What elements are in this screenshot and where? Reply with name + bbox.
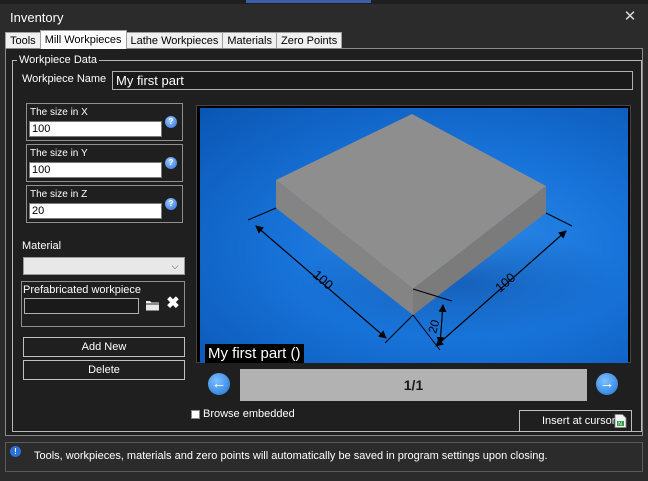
- size-z-input[interactable]: 20: [29, 203, 162, 219]
- x-icon[interactable]: ✖: [166, 296, 180, 312]
- workpiece-3d-render: 100 100 20: [247, 114, 625, 351]
- size-y-label: The size in Y: [30, 148, 88, 159]
- info-message: Tools, workpieces, materials and zero po…: [34, 450, 548, 462]
- workpiece-name-input[interactable]: My first part: [112, 71, 633, 90]
- tab-zero-points[interactable]: Zero Points: [275, 32, 343, 49]
- help-icon[interactable]: ?: [165, 157, 177, 169]
- chevron-down-icon: ⌵: [171, 261, 179, 271]
- page-indicator: 1/1: [240, 369, 587, 401]
- tab-materials[interactable]: Materials: [222, 32, 277, 49]
- tab-lathe-workpieces[interactable]: Lathe Workpieces: [125, 32, 224, 49]
- add-new-button[interactable]: Add New: [23, 337, 185, 357]
- tab-tools[interactable]: Tools: [5, 32, 41, 49]
- next-arrow-icon[interactable]: →: [596, 373, 618, 395]
- insert-document-icon: N: [614, 414, 627, 428]
- help-icon[interactable]: ?: [165, 116, 177, 128]
- workpiece-preview: 100 100 20: [200, 108, 628, 363]
- size-z-group: The size in Z 20 ?: [26, 185, 183, 223]
- material-label: Material: [22, 240, 62, 252]
- size-x-group: The size in X 100 ?: [26, 103, 183, 141]
- info-icon: !: [10, 446, 21, 457]
- top-strip-accent: [246, 0, 371, 3]
- size-z-label: The size in Z: [30, 189, 88, 200]
- help-icon[interactable]: ?: [165, 198, 177, 210]
- size-x-input[interactable]: 100: [29, 121, 162, 137]
- workpiece-name-label: Workpiece Name: [22, 73, 107, 85]
- group-title: Workpiece Data: [17, 54, 100, 66]
- tab-mill-workpieces[interactable]: Mill Workpieces: [39, 30, 127, 49]
- svg-text:N: N: [618, 422, 622, 428]
- prefab-input[interactable]: [24, 298, 139, 314]
- window-title: Inventory: [10, 10, 64, 25]
- preview-caption: My first part (): [205, 344, 304, 363]
- delete-button[interactable]: Delete: [23, 360, 185, 380]
- size-y-input[interactable]: 100: [29, 162, 162, 178]
- close-icon[interactable]: ✕: [620, 7, 640, 27]
- previous-arrow-icon[interactable]: ←: [208, 373, 230, 395]
- folder-icon[interactable]: [145, 298, 160, 312]
- size-x-label: The size in X: [30, 107, 88, 118]
- prefab-label: Prefabricated workpiece: [23, 284, 142, 296]
- material-select[interactable]: ⌵: [23, 257, 185, 275]
- browse-embedded-label: Browse embedded: [203, 408, 295, 420]
- tab-strip: Tools Mill Workpieces Lathe Workpieces M…: [5, 30, 343, 49]
- title-bar: Inventory ✕: [0, 4, 648, 30]
- size-y-group: The size in Y 100 ?: [26, 144, 183, 182]
- browse-embedded-checkbox[interactable]: [191, 410, 200, 419]
